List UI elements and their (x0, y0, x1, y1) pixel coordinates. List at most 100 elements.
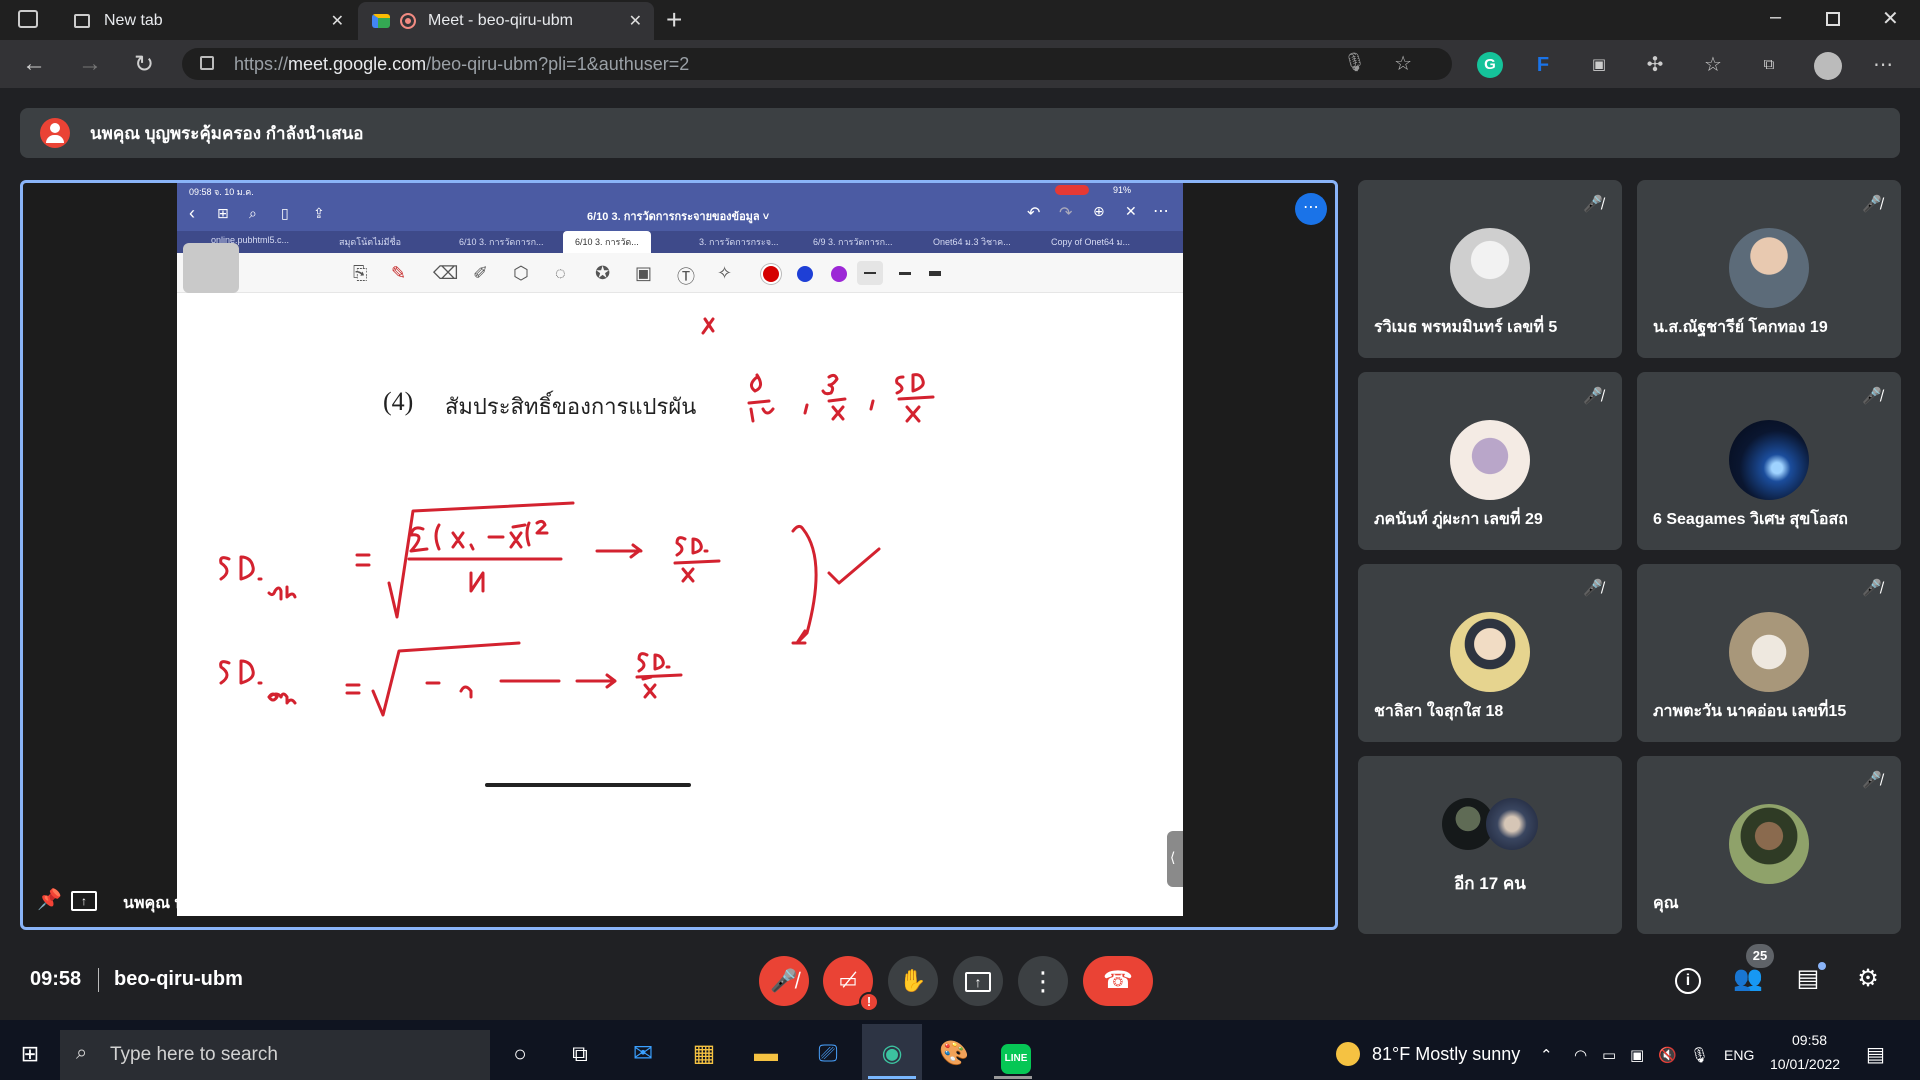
minimize-button[interactable]: – (1770, 6, 1781, 29)
profile-avatar[interactable] (1814, 52, 1842, 80)
close-window-button[interactable]: ✕ (1882, 6, 1899, 31)
restore-button[interactable] (1826, 12, 1840, 26)
menu-dots-icon[interactable]: ⋯ (1870, 52, 1896, 78)
select-icon: ◌ (555, 263, 566, 283)
tab-meet[interactable]: Meet - beo-qiru-ubm ✕ (358, 2, 654, 40)
taskbar-search-field[interactable]: ⌕ Type here to search (60, 1030, 490, 1080)
favorite-star-icon[interactable]: ☆ (1394, 51, 1412, 76)
refresh-button[interactable]: ↻ (128, 50, 160, 79)
pin-icon[interactable]: 📌 (37, 887, 62, 912)
doc-tab: 3. การวัดการกระจ... (699, 237, 779, 247)
mic-off-icon: 🎤̸ (1583, 388, 1603, 405)
url-field[interactable]: https://meet.google.com/beo-qiru-ubm?pli… (182, 48, 1452, 80)
clock-time[interactable]: 09:58 (1792, 1032, 1827, 1048)
extension-icon[interactable]: ▣ (1586, 52, 1612, 78)
presenting-banner: นพคุณ บุญพระคุ้มครอง กำลังนำเสนอ (20, 108, 1900, 158)
mail-icon[interactable]: ✉ (623, 1034, 663, 1074)
volume-muted-icon[interactable]: 🔇 (1658, 1046, 1677, 1064)
color-red-swatch (763, 266, 779, 282)
tray-chevron-icon[interactable]: ⌃ (1540, 1046, 1553, 1064)
raise-hand-button[interactable]: ✋ (888, 956, 938, 1006)
weather-text[interactable]: 81°F Mostly sunny (1372, 1044, 1520, 1065)
participant-tile[interactable]: 🎤̸ น.ส.ณัฐชารีย์ โคกทอง 19 (1637, 180, 1901, 358)
bookmark-icon: ▯ (281, 205, 289, 221)
microphone-icon[interactable]: 🎙 (1343, 52, 1366, 73)
favorites-icon[interactable]: ☆ (1700, 52, 1726, 78)
present-to-screen-icon[interactable]: ↑ (71, 891, 97, 911)
close-icon[interactable]: ✕ (331, 11, 344, 31)
shapes-icon: ⬡ (513, 263, 529, 283)
lasso-icon: ⎘ (353, 263, 368, 283)
color-blue-swatch (797, 266, 813, 282)
forward-button[interactable]: → (74, 50, 106, 78)
paint-icon[interactable]: 🎨 (934, 1034, 974, 1074)
handwritten-notes (219, 317, 935, 717)
presenting-text: นพคุณ บุญพระคุ้มครอง กำลังนำเสนอ (90, 123, 364, 143)
laser-icon: ✧ (717, 263, 733, 283)
display-icon[interactable]: ▣ (1630, 1046, 1644, 1064)
cortana-icon[interactable]: ○ (500, 1034, 540, 1074)
ipad-battery: 91% (1113, 185, 1132, 195)
people-icon[interactable]: 👥 (1732, 964, 1764, 996)
leave-call-button[interactable]: ☎ (1083, 956, 1153, 1006)
url-prefix: https:// (234, 54, 289, 74)
wifi-icon[interactable]: ◠ (1574, 1046, 1587, 1064)
new-tab-button[interactable]: + (666, 4, 682, 36)
add-page-icon: ⊕ (1093, 203, 1105, 219)
mic-off-icon: 🎤̸ (1862, 388, 1882, 405)
windows-start-icon[interactable]: ⊞ (10, 1034, 50, 1074)
file-explorer-icon[interactable]: ▬ (746, 1034, 786, 1074)
share-icon: ⇪ (313, 205, 325, 221)
doc-tab-active: 6/10 3. การวัด... (563, 231, 651, 253)
more-participants-tile[interactable]: อีก 17 คน (1358, 756, 1622, 934)
participant-tile[interactable]: 🎤̸ รวิเมธ พรหมมินทร์ เลขที่ 5 (1358, 180, 1622, 358)
url-domain: meet.google.com (288, 54, 427, 74)
mic-off-icon: 🎤̸ (1583, 196, 1603, 213)
doc-tab: 6/10 3. การวัดการก... (459, 237, 544, 247)
edge-active-indicator (868, 1076, 916, 1079)
avatar (1486, 798, 1538, 850)
present-now-button[interactable]: ↑ (953, 956, 1003, 1006)
tab-new-tab[interactable]: New tab ✕ (60, 2, 356, 40)
avatar (1450, 420, 1530, 500)
participant-name: น.ส.ณัฐชารีย์ โคกทอง 19 (1653, 319, 1828, 336)
clock-date[interactable]: 10/01/2022 (1770, 1056, 1840, 1072)
self-tile[interactable]: 🎤̸ คุณ (1637, 756, 1901, 934)
ipad-header: 09:58 จ. 10 ม.ค. 91% ‹ ⊞ ⌕ ▯ ⇪ 6/10 3. ก… (177, 183, 1183, 237)
meet-logo-icon (372, 14, 390, 28)
undo-icon: ↶ (1027, 205, 1041, 222)
close-icon[interactable]: ✕ (629, 11, 642, 31)
task-view-icon[interactable]: ⧉ (560, 1034, 600, 1074)
battery-icon[interactable]: ▭ (1602, 1046, 1616, 1064)
grammarly-extension-icon[interactable]: G (1477, 52, 1503, 78)
collections-icon[interactable]: ⧉ (1756, 52, 1782, 78)
participant-tile[interactable]: 🎤̸ ภาพตะวัน นาคอ่อน เลขที่15 (1637, 564, 1901, 742)
doc-tab: Onet64 ม.3 วิชาค... (933, 237, 1011, 247)
participant-tile[interactable]: 🎤̸ 6 Seagames วิเศษ สุขโอสถ (1637, 372, 1901, 550)
language-indicator[interactable]: ENG (1724, 1047, 1754, 1063)
activities-icon[interactable]: ⚙ (1852, 964, 1884, 996)
ipad-status-time: 09:58 จ. 10 ม.ค. (189, 187, 254, 197)
more-options-button[interactable]: ⋮ (1018, 956, 1068, 1006)
edge-browser-icon[interactable]: ◉ (872, 1034, 912, 1074)
extensions-puzzle-icon[interactable]: ✣ (1642, 52, 1668, 78)
meeting-details-icon[interactable]: i (1672, 964, 1704, 996)
back-button[interactable]: ← (18, 50, 50, 78)
tab-actions-icon[interactable] (18, 10, 38, 28)
store-icon[interactable]: ▦ (684, 1034, 724, 1074)
camera-toggle-button[interactable]: ▭̸ ! (823, 956, 879, 1012)
weather-icon[interactable] (1336, 1042, 1360, 1066)
line-app-icon[interactable]: LINE (996, 1034, 1036, 1074)
doc-tab: Copy of Onet64 ม... (1051, 237, 1130, 247)
microphone-tray-icon[interactable]: 🎙 (1690, 1046, 1709, 1064)
mic-toggle-button[interactable]: 🎤̸ (759, 956, 809, 1006)
tab-label: Meet - beo-qiru-ubm (428, 12, 573, 29)
participant-tile[interactable]: 🎤̸ ชาลิสา ใจสุกใส 18 (1358, 564, 1622, 742)
extension-f-icon[interactable]: F (1530, 52, 1556, 78)
presenter-options-button[interactable]: ⋯ (1295, 193, 1327, 225)
notification-icon[interactable]: ▤ (1866, 1042, 1885, 1067)
more-participants-label: อีก 17 คน (1454, 874, 1526, 893)
page-scroll-tab: ⟨ (1167, 831, 1183, 887)
remote-desktop-icon[interactable]: ⎚ (808, 1034, 848, 1074)
participant-tile[interactable]: 🎤̸ ภคนันท์ ภู่ผะกา เลขที่ 29 (1358, 372, 1622, 550)
